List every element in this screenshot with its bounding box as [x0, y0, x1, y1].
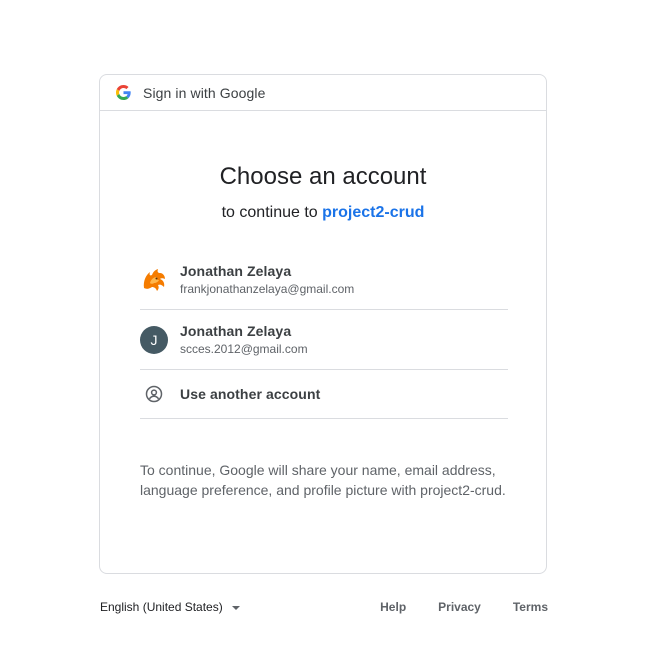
- account-list: Jonathan Zelaya frankjonathanzelaya@gmai…: [140, 250, 508, 419]
- terms-link[interactable]: Terms: [513, 600, 548, 614]
- page-title: Choose an account: [219, 163, 427, 190]
- footer: English (United States) Help Privacy Ter…: [100, 598, 548, 616]
- account-item-scces[interactable]: J Jonathan Zelaya scces.2012@gmail.com: [140, 310, 508, 370]
- app-name-link[interactable]: project2-crud: [322, 204, 424, 221]
- sign-in-card: Sign in with Google Choose an account to…: [99, 74, 547, 574]
- use-another-account-button[interactable]: Use another account: [140, 370, 508, 419]
- avatar-letter: J: [150, 331, 158, 348]
- caret-down-icon: [231, 605, 240, 610]
- account-name: Jonathan Zelaya: [180, 322, 292, 339]
- account-email: frankjonathanzelaya@gmail.com: [180, 281, 355, 296]
- account-circle-icon: [140, 380, 168, 408]
- use-another-account-label: Use another account: [180, 386, 321, 402]
- header-title: Sign in with Google: [143, 85, 266, 101]
- consent-disclaimer: To continue, Google will share your name…: [140, 462, 506, 498]
- account-info: Jonathan Zelaya scces.2012@gmail.com: [180, 323, 308, 356]
- help-link[interactable]: Help: [380, 600, 406, 614]
- avatar: J: [140, 325, 168, 354]
- google-g-logo-icon: [116, 85, 131, 100]
- card-header: Sign in with Google: [100, 75, 546, 111]
- flame-dragon-avatar-icon: [140, 265, 168, 294]
- account-info: Jonathan Zelaya frankjonathanzelaya@gmai…: [180, 263, 354, 296]
- account-name: Jonathan Zelaya: [180, 262, 292, 279]
- page-subtitle: to continue to project2-crud: [100, 204, 546, 222]
- language-label: English (United States): [100, 600, 223, 614]
- footer-links: Help Privacy Terms: [380, 600, 548, 614]
- avatar: [140, 265, 168, 294]
- subtitle-prefix: to continue to: [221, 204, 318, 221]
- language-selector[interactable]: English (United States): [100, 600, 240, 614]
- account-item-frankjonathanzelaya[interactable]: Jonathan Zelaya frankjonathanzelaya@gmai…: [140, 250, 508, 310]
- account-email: scces.2012@gmail.com: [180, 341, 308, 356]
- privacy-link[interactable]: Privacy: [438, 600, 481, 614]
